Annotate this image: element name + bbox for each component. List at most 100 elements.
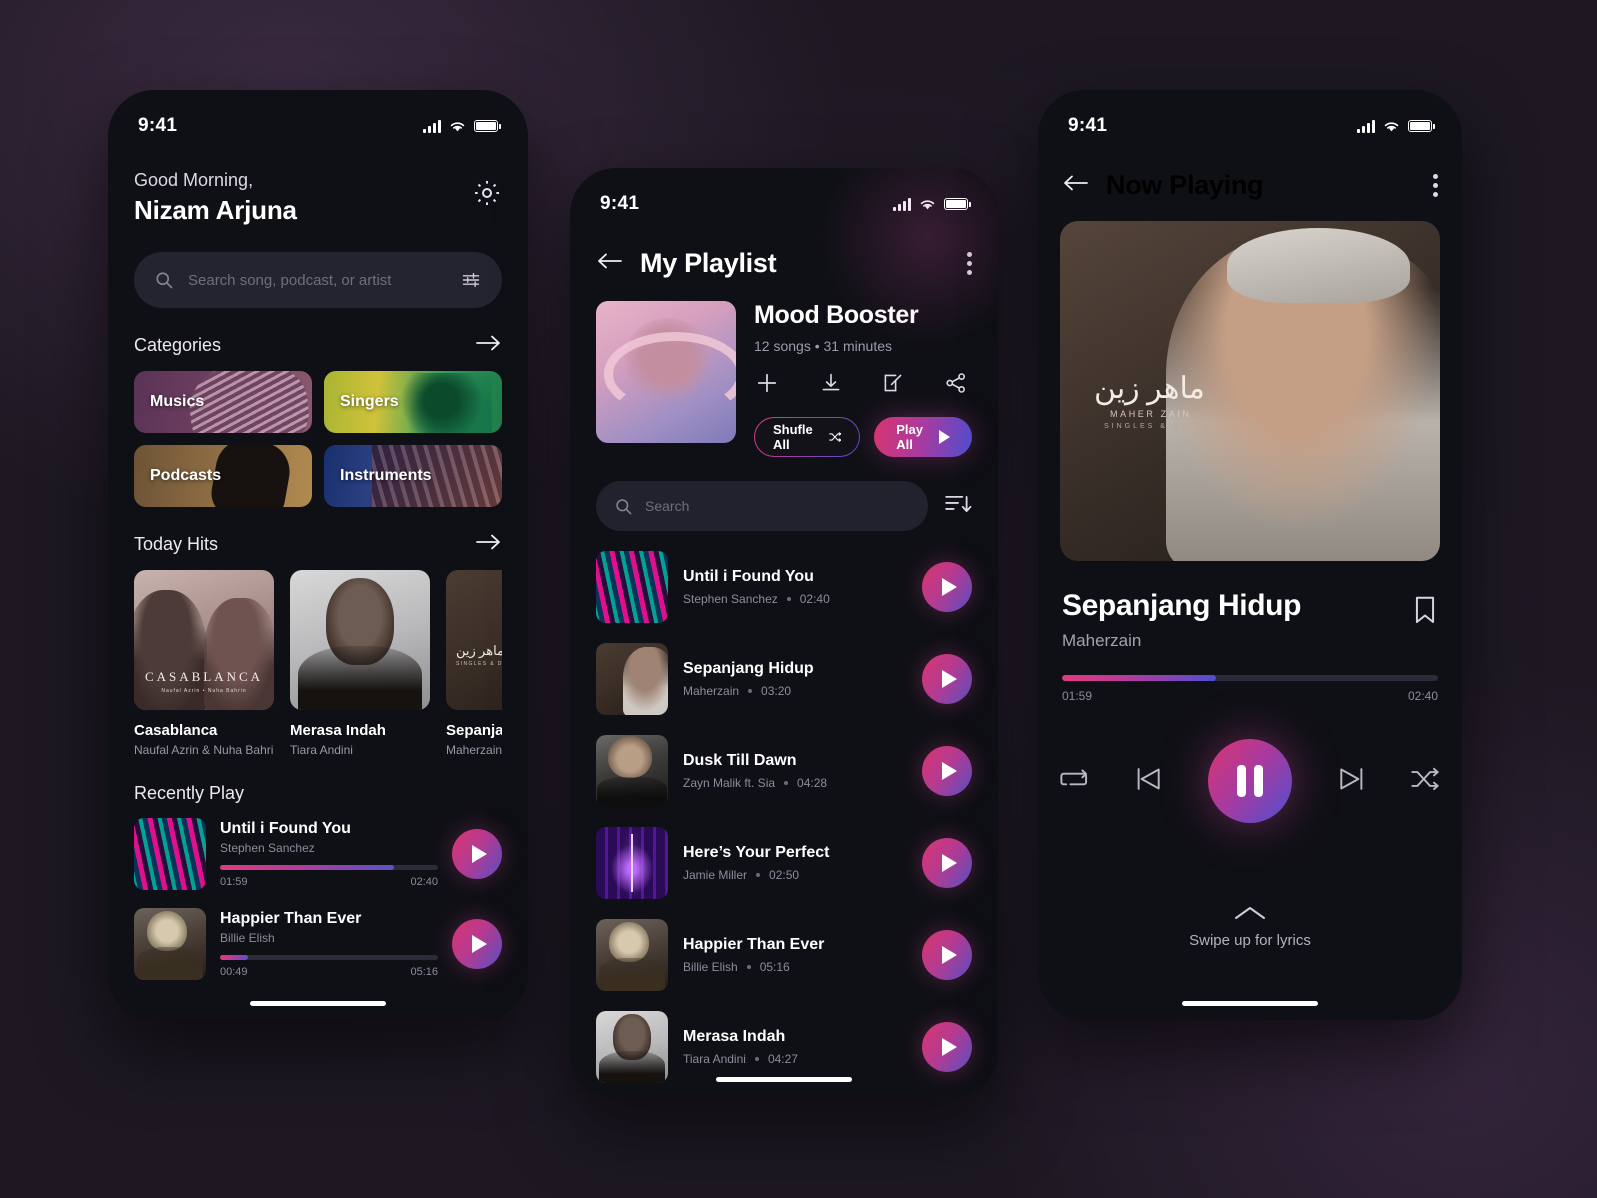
song-list-item[interactable]: Until i Found You Stephen Sanchez 02:40 [596,541,972,633]
playlist-action-icons [754,370,972,401]
song-title: Happier Than Ever [683,936,825,953]
categories-grid: Musics Singers Podcasts Instruments [134,371,502,507]
skip-next-icon[interactable] [1336,765,1366,798]
category-label: Musics [150,393,205,410]
shuffle-icon[interactable] [1410,766,1440,797]
category-card-podcasts[interactable]: Podcasts [134,445,312,507]
category-card-instruments[interactable]: Instruments [324,445,502,507]
album-art-until-i-found-you [134,818,206,890]
shuffle-all-label: Shufle All [773,422,813,452]
today-hit-artist: Tiara Andini [290,743,353,757]
song-list-item[interactable]: Sepanjang Hidup Maherzain 03:20 [596,633,972,725]
song-list-item[interactable]: Here’s Your Perfect Jamie Miller 02:50 [596,817,972,909]
song-title: Sepanjang Hidup [683,660,814,677]
playlist-buttons: Shufle All Play All [754,417,972,457]
meta-separator: • [814,338,820,354]
progress-bar[interactable] [220,865,438,870]
search-input-home[interactable]: Search song, podcast, or artist [188,272,446,289]
page-title: Now Playing [1106,170,1264,200]
search-input-playlist[interactable]: Search [645,498,689,514]
today-hit-item[interactable]: Merasa Indah Tiara Andini [290,570,430,757]
user-name: Nizam Arjuna [134,195,297,225]
separator-dot [784,781,789,785]
add-icon[interactable] [754,370,780,401]
song-title: Here’s Your Perfect [683,844,830,861]
download-icon[interactable] [819,371,843,400]
category-card-musics[interactable]: Musics [134,371,312,433]
play-button[interactable] [922,654,972,704]
repeat-icon[interactable] [1060,766,1090,797]
song-list-item[interactable]: Dusk Till Dawn Zayn Malik ft. Sia 04:28 [596,725,972,817]
kebab-menu-icon[interactable] [1433,174,1438,197]
status-bar-playlist: 9:41 [570,168,998,224]
song-duration: 04:27 [767,1052,798,1066]
kebab-menu-icon[interactable] [967,252,972,275]
album-art-sepanjang-hidup [596,643,668,715]
cellular-signal-icon [893,197,911,211]
pause-button[interactable] [1208,739,1292,823]
song-duration: 02:50 [769,868,800,882]
recently-play-item[interactable]: Happier Than Ever Billie Elish 00:49 05:… [134,908,502,980]
category-card-singers[interactable]: Singers [324,371,502,433]
arrow-left-icon[interactable] [596,251,622,276]
status-indicators [423,119,501,133]
track-artist: Billie Elish [220,931,275,945]
progress-bar[interactable] [220,955,438,960]
share-icon[interactable] [944,371,968,400]
today-hit-artist: Naufal Azrin & Nuha Bahrin [134,743,274,757]
swipe-up-label: Swipe up for lyrics [1189,932,1311,949]
sliders-icon[interactable] [460,270,482,290]
album-cover-subtitle: Naufal Azrin • Nuha Bahrin [161,688,247,694]
cellular-signal-icon [1357,119,1375,133]
progress-bar[interactable] [1062,675,1438,681]
search-icon [616,498,632,514]
search-bar-home[interactable]: Search song, podcast, or artist [134,252,502,308]
skip-previous-icon[interactable] [1134,765,1164,798]
greeting-text: Good Morning, [134,170,254,190]
play-button[interactable] [452,829,502,879]
song-artist: Jamie Miller [683,868,748,882]
today-hits-header: Today Hits [134,533,502,556]
playlist-song-list: Until i Found You Stephen Sanchez 02:40 … [596,541,972,1093]
play-all-button[interactable]: Play All [874,417,972,457]
status-time: 9:41 [138,115,178,136]
today-hits-see-all-arrow-icon[interactable] [476,533,502,556]
track-title: Until i Found You [220,820,351,837]
total-duration: 02:40 [1407,689,1438,703]
play-button[interactable] [922,562,972,612]
play-button[interactable] [922,746,972,796]
battery-icon [944,198,971,210]
recently-play-header: Recently Play [134,783,502,804]
song-list-item[interactable]: Happier Than Ever Billie Elish 05:16 [596,909,972,1001]
categories-see-all-arrow-icon[interactable] [476,334,502,357]
gear-icon[interactable] [472,178,502,213]
today-hit-item[interactable]: CASABLANCA Naufal Azrin • Nuha Bahrin Ca… [134,570,274,757]
elapsed-time: 01:59 [1062,689,1093,703]
song-duration: 03:20 [761,684,792,698]
battery-icon [474,120,501,132]
sort-descending-icon[interactable] [944,491,972,522]
phone-now-playing-screen: 9:41 Now Playing ماهر زين MAHER ZAIN SIN… [1038,90,1462,1020]
today-hit-title: Casablanca [134,722,218,739]
search-bar-playlist[interactable]: Search [596,481,928,531]
play-button[interactable] [922,838,972,888]
recently-play-item[interactable]: Until i Found You Stephen Sanchez 01:59 … [134,818,502,890]
elapsed-time: 01:59 [220,876,248,888]
greeting-row: Good Morning, Nizam Arjuna [134,146,502,226]
home-indicator [1182,1001,1318,1006]
player-nav-bar: Now Playing [1062,146,1438,201]
play-button[interactable] [452,919,502,969]
today-hit-item[interactable]: ماهر زين SINGLES & DUETS Sepanjang Hi Ma… [446,570,502,757]
today-hit-title: Sepanjang Hi [446,722,502,739]
edit-icon[interactable] [881,371,905,400]
play-triangle-icon [939,430,950,444]
play-button[interactable] [922,930,972,980]
swipe-up-for-lyrics[interactable]: Swipe up for lyrics [1038,905,1462,949]
category-label: Singers [340,393,399,410]
page-title: My Playlist [640,248,777,278]
arrow-left-icon[interactable] [1062,173,1088,198]
album-art-dusk-till-dawn [596,735,668,807]
shuffle-all-button[interactable]: Shufle All [754,417,860,457]
play-button[interactable] [922,1022,972,1072]
bookmark-icon[interactable] [1412,595,1438,630]
